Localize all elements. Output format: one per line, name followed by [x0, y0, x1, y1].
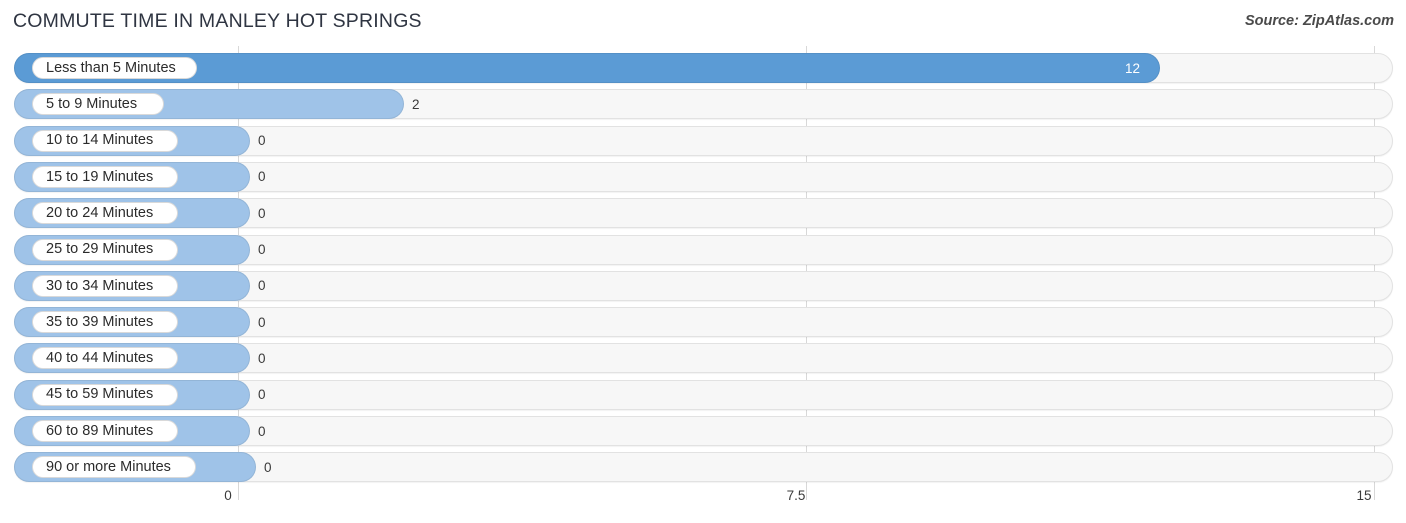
bar-row[interactable]: Less than 5 Minutes 12: [0, 53, 1406, 83]
bar-value-label: 0: [258, 350, 266, 366]
category-label-pill: 5 to 9 Minutes: [32, 93, 164, 116]
chart-plot-area: Less than 5 Minutes 12 5 to 9 Minutes 2 10 t…: [0, 46, 1406, 486]
category-label: 30 to 34 Minutes: [46, 277, 154, 294]
category-label: 40 to 44 Minutes: [46, 350, 154, 367]
category-label: 25 to 29 Minutes: [46, 241, 154, 258]
bar-row[interactable]: 40 to 44 Minutes 0: [0, 343, 1406, 374]
category-label: 5 to 9 Minutes: [46, 96, 138, 113]
bar-row[interactable]: 25 to 29 Minutes 0: [0, 234, 1406, 265]
category-label: 20 to 24 Minutes: [46, 204, 154, 221]
axis-tick-mark: [238, 486, 239, 500]
category-label: 10 to 14 Minutes: [46, 132, 154, 149]
x-axis: 0 7.5 15: [0, 486, 1406, 523]
category-label-pill: 15 to 19 Minutes: [32, 165, 178, 188]
category-label-pill: 90 or more Minutes: [32, 456, 196, 479]
category-label: Less than 5 Minutes: [46, 59, 176, 76]
category-label: 45 to 59 Minutes: [46, 386, 154, 403]
category-label-pill: 25 to 29 Minutes: [32, 238, 178, 261]
source-attribution: Source: ZipAtlas.com: [1244, 13, 1394, 29]
chart-header: COMMUTE TIME IN MANLEY HOT SPRINGS Sourc…: [0, 0, 1406, 46]
category-label-pill: 35 to 39 Minutes: [32, 311, 178, 334]
bar-value-label: 0: [264, 459, 272, 475]
axis-tick-label: 7.5: [786, 488, 806, 503]
axis-tick-mark: [806, 486, 807, 500]
bar-row[interactable]: 35 to 39 Minutes 0: [0, 307, 1406, 338]
bar-value-label: 0: [258, 133, 266, 149]
category-label: 15 to 19 Minutes: [46, 168, 154, 185]
bar-row[interactable]: 60 to 89 Minutes 0: [0, 416, 1406, 446]
category-label-pill: 20 to 24 Minutes: [32, 202, 178, 225]
bar-value-label: 0: [258, 314, 266, 330]
category-label-pill: 10 to 14 Minutes: [32, 129, 178, 152]
bar-value-label: 12: [1125, 60, 1141, 76]
bar-value-label: 0: [258, 387, 266, 403]
page-title: COMMUTE TIME IN MANLEY HOT SPRINGS: [13, 10, 422, 32]
bar-row[interactable]: 20 to 24 Minutes 0: [0, 198, 1406, 229]
category-label-pill: 30 to 34 Minutes: [32, 274, 178, 297]
category-label-pill: 40 to 44 Minutes: [32, 347, 178, 370]
axis-tick-label: 0: [224, 488, 232, 503]
bar-value-label: 0: [258, 205, 266, 221]
bar-row[interactable]: 30 to 34 Minutes 0: [0, 270, 1406, 301]
bar-row[interactable]: 10 to 14 Minutes 0: [0, 125, 1406, 156]
bar-row[interactable]: 5 to 9 Minutes 2: [0, 89, 1406, 120]
category-label-pill: 60 to 89 Minutes: [32, 420, 178, 442]
axis-tick-mark: [1374, 486, 1375, 500]
bar-value-label: 0: [258, 169, 266, 185]
category-label: 90 or more Minutes: [46, 459, 171, 476]
bar-value-label: 0: [258, 242, 266, 257]
bar-value-label: 0: [258, 278, 266, 294]
category-label: 35 to 39 Minutes: [46, 313, 154, 330]
category-label-pill: Less than 5 Minutes: [32, 57, 197, 79]
bar-row[interactable]: 15 to 19 Minutes 0: [0, 161, 1406, 192]
category-label: 60 to 89 Minutes: [46, 422, 154, 439]
bar-value-label: 2: [412, 96, 420, 112]
bar-value-label: 0: [258, 423, 266, 439]
bar-row[interactable]: 90 or more Minutes 0: [0, 452, 1406, 483]
category-label-pill: 45 to 59 Minutes: [32, 383, 178, 406]
bar-row[interactable]: 45 to 59 Minutes 0: [0, 379, 1406, 410]
axis-tick-label: 15: [1356, 488, 1372, 503]
